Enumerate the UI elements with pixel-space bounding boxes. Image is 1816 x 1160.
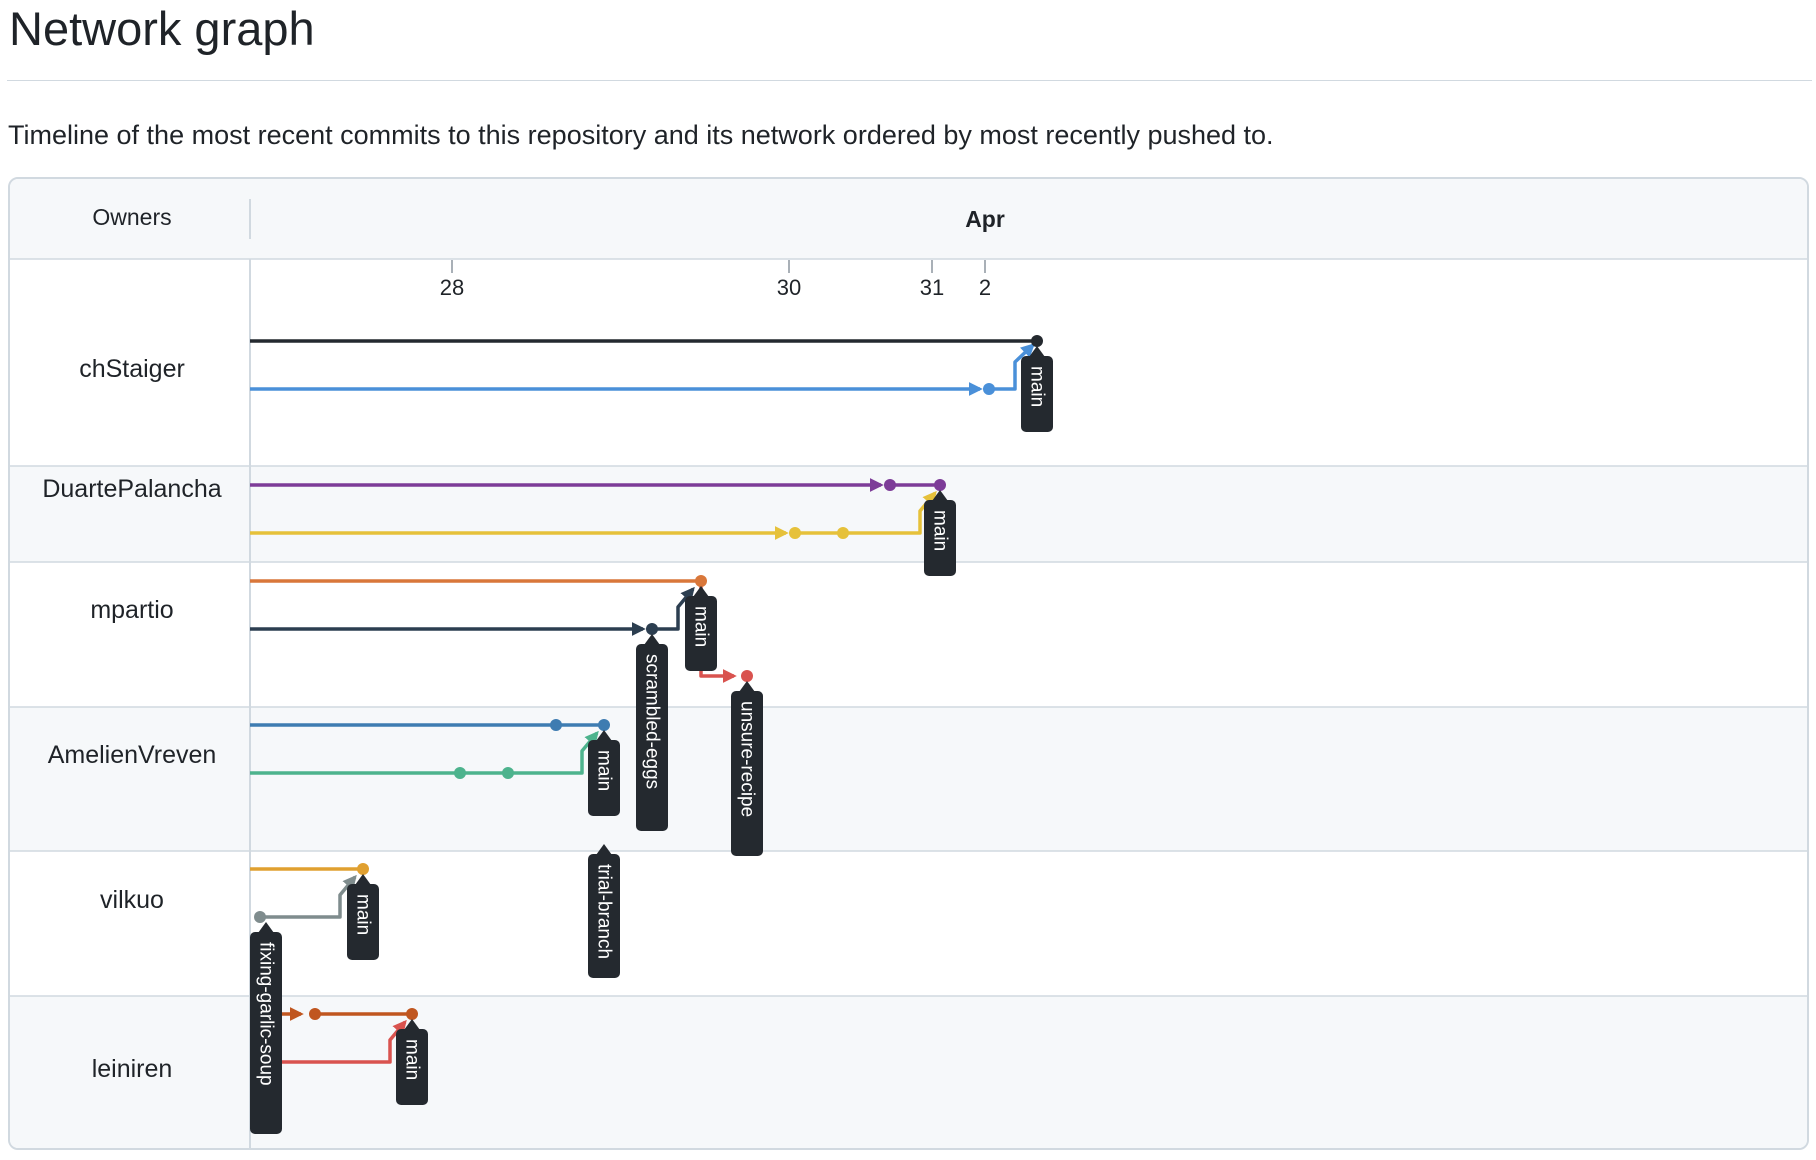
branch-tag[interactable]: fixing-garlic-soup bbox=[250, 922, 282, 1134]
page-title: Network graph bbox=[9, 2, 315, 55]
commit-dot[interactable] bbox=[884, 479, 896, 491]
commit-dot[interactable] bbox=[454, 767, 466, 779]
commit-dot[interactable] bbox=[406, 1008, 418, 1020]
owner-name[interactable]: leiniren bbox=[92, 1055, 173, 1083]
branch-tag[interactable]: main bbox=[685, 586, 717, 671]
branch-tag-label: fixing-garlic-soup bbox=[256, 942, 277, 1086]
owner-row-band bbox=[10, 707, 1807, 851]
commit-dot[interactable] bbox=[837, 527, 849, 539]
branch-tag[interactable]: main bbox=[924, 490, 956, 576]
commit-dot[interactable] bbox=[254, 911, 266, 923]
commit-dot[interactable] bbox=[309, 1008, 321, 1020]
branch-tag-label: main bbox=[353, 894, 374, 935]
branch-tag-label: main bbox=[1027, 366, 1048, 407]
commit-dot[interactable] bbox=[695, 575, 707, 587]
page-description: Timeline of the most recent commits to t… bbox=[8, 120, 1274, 150]
branch-tag[interactable]: main bbox=[347, 874, 379, 960]
branch-tag-label: main bbox=[594, 750, 615, 791]
owner-row-band bbox=[10, 466, 1807, 562]
branch-tag-label: main bbox=[930, 510, 951, 551]
branch-tag[interactable]: unsure-recipe bbox=[731, 681, 763, 856]
branch-tag-label: main bbox=[402, 1039, 423, 1080]
commit-dot[interactable] bbox=[502, 767, 514, 779]
owner-name[interactable]: AmelienVreven bbox=[48, 741, 217, 769]
commit-dot[interactable] bbox=[741, 670, 753, 682]
date-label: 30 bbox=[777, 275, 801, 300]
branch-tag[interactable]: main bbox=[588, 730, 620, 816]
owner-name[interactable]: DuartePalancha bbox=[42, 475, 221, 503]
commit-dot[interactable] bbox=[983, 383, 995, 395]
owner-name[interactable]: mpartio bbox=[90, 596, 173, 624]
date-label: 31 bbox=[920, 275, 944, 300]
commit-dot[interactable] bbox=[934, 479, 946, 491]
owner-row-band bbox=[10, 259, 1807, 466]
commit-dot[interactable] bbox=[550, 719, 562, 731]
owner-name[interactable]: chStaiger bbox=[79, 355, 185, 383]
branch-tag[interactable]: main bbox=[1021, 346, 1053, 432]
title-divider bbox=[7, 80, 1812, 81]
branch-tag-label: scrambled-eggs bbox=[642, 654, 663, 789]
month-label: Apr bbox=[965, 206, 1005, 232]
owners-column-header: Owners bbox=[92, 204, 171, 230]
branch-tag-label: main bbox=[691, 606, 712, 647]
commit-dot[interactable] bbox=[789, 527, 801, 539]
branch-tag-label: unsure-recipe bbox=[737, 701, 758, 817]
commit-dot[interactable] bbox=[1031, 335, 1043, 347]
date-label: 2 bbox=[979, 275, 991, 300]
graph-header-band bbox=[10, 179, 1807, 259]
owner-name[interactable]: vilkuo bbox=[100, 886, 164, 914]
commit-dot[interactable] bbox=[598, 719, 610, 731]
commit-dot[interactable] bbox=[646, 623, 658, 635]
branch-tag[interactable]: trial-branch bbox=[588, 844, 620, 978]
commit-dot[interactable] bbox=[357, 863, 369, 875]
branch-tag[interactable]: scrambled-eggs bbox=[636, 634, 668, 831]
owner-row-band bbox=[10, 562, 1807, 707]
date-label: 28 bbox=[440, 275, 464, 300]
branch-tag-label: trial-branch bbox=[594, 864, 615, 959]
network-graph[interactable]: Owners Apr 28 30 31 2 chStaiger DuartePalancha… bbox=[8, 177, 1809, 1150]
branch-tag[interactable]: main bbox=[396, 1019, 428, 1105]
network-graph-canvas[interactable]: Owners Apr 28 30 31 2 chStaiger DuartePalancha… bbox=[10, 179, 1809, 1150]
